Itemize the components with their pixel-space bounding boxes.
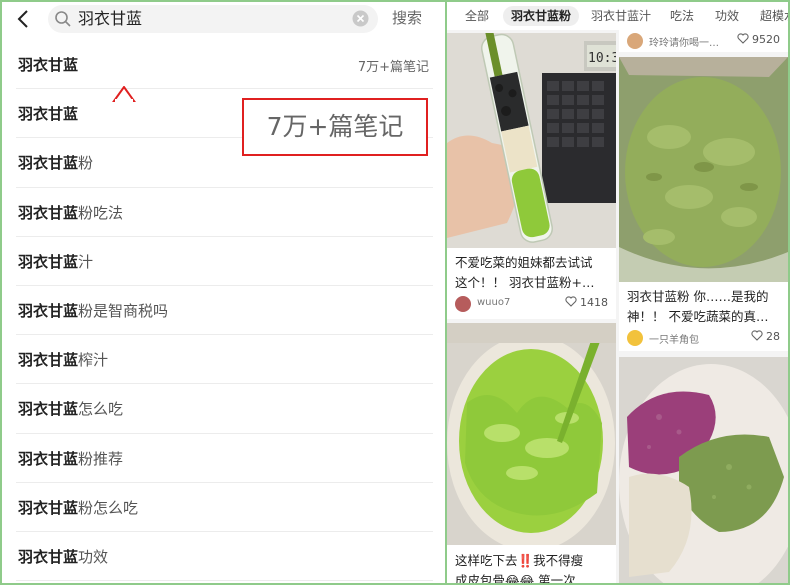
suggestion-item[interactable]: 羽衣甘蓝功效 bbox=[16, 532, 433, 582]
suggestion-keyword: 羽衣甘蓝 bbox=[18, 252, 79, 271]
search-button[interactable]: 搜索 bbox=[392, 8, 422, 28]
like-count[interactable]: 9520 bbox=[737, 33, 780, 46]
suggestion-suffix: 粉吃法 bbox=[78, 203, 124, 222]
suggestion-text: 羽衣甘蓝粉推荐 bbox=[18, 449, 123, 469]
note-title-line: 神！！ 不爱吃蔬菜的真… bbox=[627, 309, 769, 324]
suggestion-keyword: 羽衣甘蓝 bbox=[18, 154, 79, 173]
suggestion-text: 羽衣甘蓝汁 bbox=[18, 252, 93, 272]
suggestion-item[interactable]: 羽衣甘蓝怎么吃 bbox=[16, 384, 433, 434]
note-count: 7万+篇笔记 bbox=[357, 60, 429, 75]
note-card-footer[interactable]: 玲玲请你喝一… 9520 bbox=[619, 30, 788, 52]
suggestion-suffix: 粉怎么吃 bbox=[78, 498, 139, 517]
note-count-callout: 7万+篇笔记 bbox=[242, 98, 428, 156]
note-title-line: 成皮包骨😂😂 第一次… bbox=[455, 573, 589, 583]
tab-0[interactable]: 全部 bbox=[465, 6, 489, 26]
suggestion-text: 羽衣甘蓝榨汁 bbox=[18, 350, 108, 370]
suggestion-keyword: 羽衣甘蓝 bbox=[18, 351, 79, 370]
note-card-image bbox=[619, 357, 788, 583]
heart-icon bbox=[737, 33, 749, 44]
suggestion-item[interactable]: 羽衣甘蓝粉是智商税吗 bbox=[16, 286, 433, 336]
suggestion-suffix: 粉 bbox=[78, 154, 94, 173]
suggestion-text: 羽衣甘蓝粉吃法 bbox=[18, 203, 123, 223]
suggestion-keyword: 羽衣甘蓝 bbox=[18, 105, 79, 124]
like-count-text: 9520 bbox=[752, 33, 780, 46]
like-count-text: 1418 bbox=[580, 296, 608, 309]
note-card-image bbox=[619, 57, 788, 282]
note-title-line: 这个！！ 羽衣甘蓝粉+… bbox=[455, 275, 595, 290]
suggestion-suffix: 汁 bbox=[78, 252, 94, 271]
search-icon bbox=[55, 11, 71, 27]
suggestion-item[interactable]: 羽衣甘蓝粉推荐 bbox=[16, 434, 433, 483]
suggestion-item[interactable]: 羽衣甘蓝汁 bbox=[16, 237, 433, 286]
search-query-text: 羽衣甘蓝 bbox=[78, 9, 143, 28]
note-card-image bbox=[447, 323, 616, 545]
heart-icon bbox=[751, 330, 763, 341]
heart-icon bbox=[565, 296, 577, 307]
tab-1[interactable]: 羽衣甘蓝粉 bbox=[503, 6, 580, 26]
search-suggestion-screen: 羽衣甘蓝 搜索 羽衣甘蓝 7万+篇笔记 羽衣甘蓝 羽衣甘蓝粉 羽衣甘蓝粉吃法 羽衣甘蓝汁羽… bbox=[2, 2, 445, 583]
clear-icon[interactable] bbox=[352, 10, 369, 27]
filter-tab-bar: 全部羽衣甘蓝粉羽衣甘蓝汁吃法 功效 超模水 bbox=[447, 2, 788, 30]
author-name[interactable]: 一只羊角包 bbox=[649, 331, 699, 346]
tab-5[interactable]: 超模水 bbox=[760, 6, 788, 26]
suggestion-keyword: 羽衣甘蓝 bbox=[18, 449, 79, 468]
suggestion-item[interactable]: 羽衣甘蓝粉吃法 bbox=[16, 188, 433, 237]
suggestion-suffix: 怎么吃 bbox=[78, 400, 124, 419]
callout-text: 7万+篇笔记 bbox=[266, 112, 404, 141]
search-bar: 羽衣甘蓝 搜索 bbox=[2, 2, 445, 38]
suggestion-text: 羽衣甘蓝粉 bbox=[18, 153, 93, 173]
note-card-image: 10:3 bbox=[447, 33, 616, 248]
suggestion-suffix: 功效 bbox=[78, 547, 109, 566]
like-count[interactable]: 1418 bbox=[565, 296, 608, 309]
like-count[interactable]: 28 bbox=[751, 330, 780, 343]
note-card[interactable]: 10:3 不爱吃菜的姐妹都去试试 这个！！ 羽衣甘蓝粉+… wuuo7 1418 bbox=[447, 33, 616, 319]
suggestion-text: 羽衣甘蓝功效 bbox=[18, 547, 108, 567]
suggestion-suffix: 粉推荐 bbox=[78, 449, 124, 468]
like-count-text: 28 bbox=[766, 330, 780, 343]
clock-digits: 10:3 bbox=[588, 51, 616, 66]
search-results-screen: 全部羽衣甘蓝粉羽衣甘蓝汁吃法 功效 超模水 10:3 bbox=[447, 2, 788, 583]
search-input[interactable]: 羽衣甘蓝 bbox=[48, 5, 378, 33]
suggestion-item[interactable]: 羽衣甘蓝粉怎么吃 bbox=[16, 483, 433, 532]
note-title-line: 这样吃下去‼️我不得瘦 bbox=[455, 553, 584, 568]
suggestion-suffix: 粉是智商税吗 bbox=[78, 301, 169, 320]
note-title-line: 羽衣甘蓝粉 你……是我的 bbox=[627, 289, 769, 304]
suggestion-keyword: 羽衣甘蓝 bbox=[18, 498, 79, 517]
avatar[interactable] bbox=[627, 330, 643, 346]
tab-4[interactable]: 功效 bbox=[715, 6, 739, 26]
tab-3[interactable]: 吃法 bbox=[670, 6, 694, 26]
suggestion-keyword: 羽衣甘蓝 bbox=[18, 400, 79, 419]
suggestion-text: 羽衣甘蓝 bbox=[18, 55, 78, 75]
note-card[interactable]: 这样吃下去‼️我不得瘦 成皮包骨😂😂 第一次… bbox=[447, 323, 616, 583]
avatar[interactable] bbox=[627, 33, 643, 49]
suggestion-keyword: 羽衣甘蓝 bbox=[18, 203, 79, 222]
author-name[interactable]: wuuo7 bbox=[477, 297, 510, 308]
tab-2[interactable]: 羽衣甘蓝汁 bbox=[591, 6, 651, 26]
suggestion-keyword: 羽衣甘蓝 bbox=[18, 547, 79, 566]
avatar[interactable] bbox=[455, 296, 471, 312]
suggestion-item[interactable]: 羽衣甘蓝 7万+篇笔记 bbox=[16, 40, 433, 90]
callout-pointer bbox=[112, 86, 136, 102]
note-card[interactable] bbox=[619, 357, 788, 583]
suggestion-suffix: 榨汁 bbox=[78, 351, 109, 370]
note-card[interactable]: 羽衣甘蓝粉 你……是我的 神！！ 不爱吃蔬菜的真… 一只羊角包 28 bbox=[619, 57, 788, 351]
author-name[interactable]: 玲玲请你喝一… bbox=[649, 34, 719, 49]
note-title-line: 不爱吃菜的姐妹都去试试 bbox=[455, 255, 593, 270]
suggestion-keyword: 羽衣甘蓝 bbox=[18, 301, 79, 320]
suggestion-text: 羽衣甘蓝怎么吃 bbox=[18, 399, 123, 419]
suggestion-keyword: 羽衣甘蓝 bbox=[18, 56, 79, 74]
suggestion-text: 羽衣甘蓝 bbox=[18, 104, 78, 124]
back-arrow-icon[interactable] bbox=[12, 7, 36, 31]
suggestion-text: 羽衣甘蓝粉怎么吃 bbox=[18, 498, 138, 518]
suggestion-text: 羽衣甘蓝粉是智商税吗 bbox=[18, 301, 168, 321]
suggestion-item[interactable]: 羽衣甘蓝榨汁 bbox=[16, 335, 433, 385]
